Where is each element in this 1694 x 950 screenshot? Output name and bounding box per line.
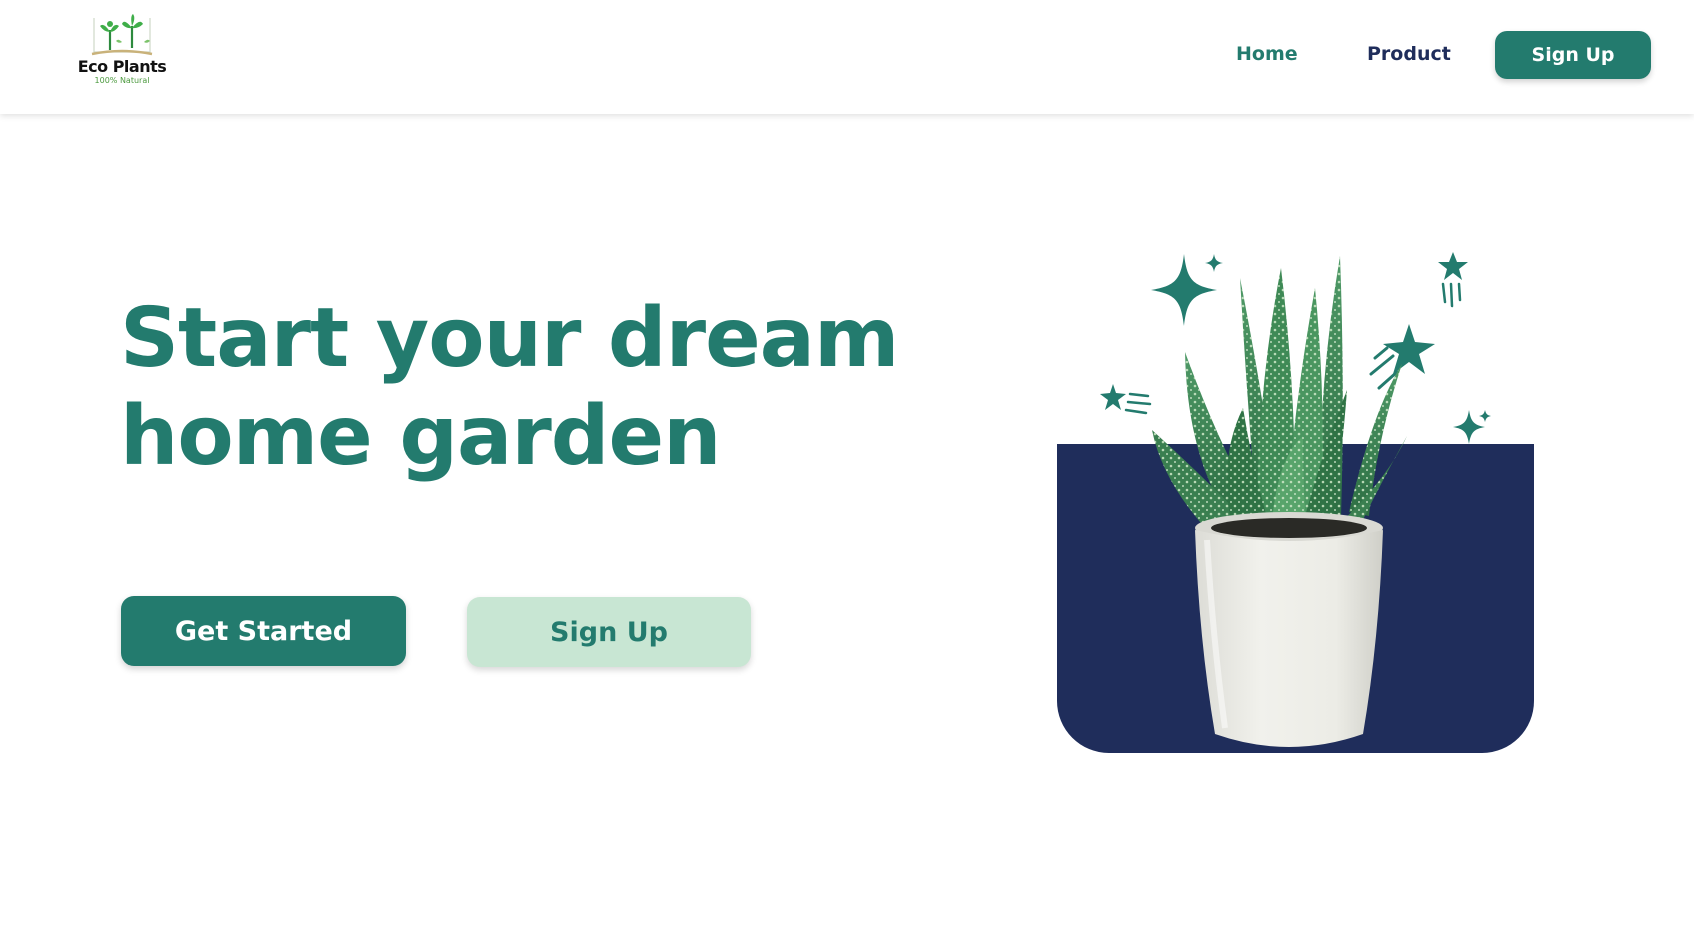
nav-product-link[interactable]: Product: [1367, 42, 1451, 66]
brand-tagline: 100% Natural: [94, 76, 150, 85]
plant-sprout-icon: [91, 14, 153, 56]
get-started-button[interactable]: Get Started: [121, 596, 406, 666]
hero-signup-button[interactable]: Sign Up: [467, 597, 751, 667]
header-signup-button[interactable]: Sign Up: [1495, 31, 1651, 79]
hero-title-line-2: home garden: [120, 389, 721, 484]
hero-title: Start your dream home garden: [120, 290, 900, 486]
nav-home-link[interactable]: Home: [1236, 42, 1298, 66]
hero-title-line-1: Start your dream: [120, 291, 899, 386]
plant-pot: [1195, 512, 1383, 747]
brand-logo[interactable]: Eco Plants 100% Natural: [72, 12, 172, 96]
site-header: Eco Plants 100% Natural Home Product Sig…: [0, 0, 1694, 114]
brand-name: Eco Plants: [77, 57, 167, 76]
plant-illustration: [1100, 252, 1491, 747]
